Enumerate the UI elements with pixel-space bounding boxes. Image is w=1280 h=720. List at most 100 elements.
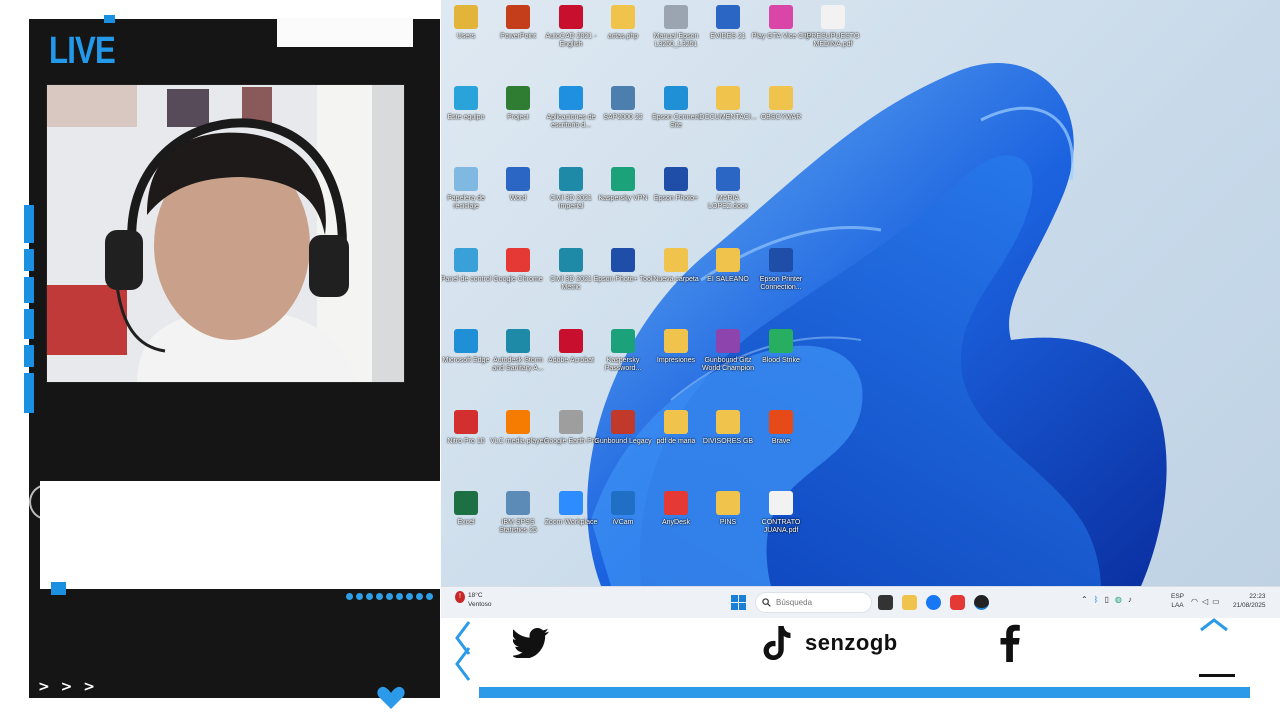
- taskbar-clock[interactable]: 22:23 21/08/2025: [1233, 592, 1266, 610]
- desktop-icon-epson-printer[interactable]: Epson Printer Connection...: [754, 248, 808, 292]
- desktop-icon-label: Epson Printer Connection...: [759, 276, 803, 291]
- desktop-icon-kaspersky[interactable]: Kaspersky Password...: [596, 329, 650, 373]
- desktop-icon-monitor[interactable]: Este equipo: [441, 86, 493, 122]
- desktop-icon-kaspersky-vpn[interactable]: Kaspersky VPN: [596, 167, 650, 203]
- chevrons-icon: [455, 621, 471, 681]
- desktop-icon-chrome-pdf[interactable]: PRESUPUESTO MEDINA.pdf: [806, 5, 860, 49]
- start-button[interactable]: [731, 595, 746, 610]
- desktop-icon-folder[interactable]: Impresiones: [649, 329, 703, 365]
- tiktok-icon[interactable]: [759, 626, 795, 662]
- heart-icon: [377, 686, 405, 709]
- chevron-up-icon[interactable]: ⌃: [1081, 595, 1088, 604]
- desktop-icon-folder[interactable]: DOCUMENTACI...: [699, 86, 757, 122]
- tiktok-app-icon[interactable]: [974, 595, 989, 610]
- microphone-icon[interactable]: ♪: [1128, 595, 1132, 604]
- language-indicator[interactable]: ESP LAA: [1171, 592, 1184, 610]
- chat-area: [40, 481, 440, 589]
- desktop-icon-word[interactable]: Word: [491, 167, 545, 203]
- taskbar-search[interactable]: [755, 592, 872, 613]
- taskbar: ! 18°C Ventoso ⌃ ᛒ ▯ ◍ ♪: [441, 586, 1280, 618]
- desktop-icon-folder[interactable]: pdf de maria: [649, 410, 703, 446]
- desktop-icon-epson-photo[interactable]: Epson Photo+: [649, 167, 703, 203]
- security-icon[interactable]: ◍: [1115, 595, 1122, 604]
- desktop-icon-folder[interactable]: DIVISORES GB: [701, 410, 755, 446]
- desktop-icon-autocad[interactable]: AutoCAD 2021 - English: [544, 5, 598, 49]
- desktop-icon-vlc[interactable]: VLC media player: [490, 410, 546, 446]
- desktop-icon-label: PowerPoint: [500, 33, 536, 40]
- desktop-icon-label: SAP2000 22: [603, 114, 643, 121]
- social-handle: senzogb: [805, 630, 898, 655]
- anydesk-icon: [664, 491, 688, 515]
- desktop-icon-label: Google Earth Pro: [543, 438, 599, 445]
- desktop-icon-label: OBSCYWAR: [760, 114, 802, 121]
- desktop-icon-edge[interactable]: Epson Connect Site: [649, 86, 703, 130]
- usb-icon[interactable]: ▯: [1105, 595, 1109, 604]
- desktop-icon-epson-tool[interactable]: Epson Photo+ Tool: [594, 248, 652, 284]
- desktop-icon-gunbound[interactable]: Gunbound Gitz World Champion: [701, 329, 755, 373]
- desktop-icon-gunbound[interactable]: Gunbound Legacy: [594, 410, 652, 446]
- word-doc-icon: [716, 5, 740, 29]
- clock-time: 22:23: [1249, 593, 1266, 600]
- desktop-icon-chrome[interactable]: Google Chrome: [491, 248, 545, 284]
- desktop-icon-label: Civil 3D 2021 Metric: [550, 276, 592, 291]
- file-explorer-icon[interactable]: [902, 595, 917, 610]
- desktop-icon-folder[interactable]: OBSCYWAR: [754, 86, 808, 122]
- youtube-app-icon[interactable]: [950, 595, 965, 610]
- desktop-icon-label: iVCam: [612, 519, 634, 526]
- top-accent: [104, 15, 115, 23]
- desktop-icon-civil3d[interactable]: Civil 3D 2021 Metric: [544, 248, 598, 292]
- desktop-icon-folder[interactable]: EI SALEANO: [701, 248, 755, 284]
- desktop-icon-word-doc[interactable]: MARIA LOPEZ.docx: [701, 167, 755, 211]
- desktop-icon-brave[interactable]: Brave: [754, 410, 808, 446]
- desktop-icon-chrome-pdf[interactable]: CONTRATO JUANA.pdf: [754, 491, 808, 535]
- desktop-icon-blood-strike[interactable]: Blood Strike: [754, 329, 808, 365]
- desktop-icon-control-panel[interactable]: Panel de control: [441, 248, 493, 284]
- desktop-icon-user-folder[interactable]: Users: [441, 5, 493, 41]
- chrome-pdf-icon: [821, 5, 845, 29]
- desktop-icon-game[interactable]: Play GTA Vice City: [751, 5, 811, 41]
- facebook-app-icon[interactable]: [926, 595, 941, 610]
- google-earth-icon: [559, 410, 583, 434]
- clock-date: 21/08/2025: [1233, 602, 1266, 609]
- desktop-icon-azure[interactable]: Aplicaciones de escritorio d...: [544, 86, 598, 130]
- desktop-icon-label: Blood Strike: [762, 357, 800, 364]
- desktop-icon-project[interactable]: Project: [491, 86, 545, 122]
- desktop-icon-recycle-bin[interactable]: Papelera de reciclaje: [441, 167, 493, 211]
- desktop-icon-anydesk[interactable]: AnyDesk: [649, 491, 703, 527]
- twitter-icon[interactable]: [513, 628, 549, 658]
- desktop-icon-word-doc[interactable]: EVIDES 21: [701, 5, 755, 41]
- live-label: LIVE: [49, 30, 116, 72]
- zoom-icon: [559, 491, 583, 515]
- search-input[interactable]: [776, 598, 866, 607]
- desktop-icon-zoom[interactable]: Zoom Workplace: [544, 491, 598, 527]
- bluetooth-icon[interactable]: ᛒ: [1094, 595, 1099, 604]
- weather-widget[interactable]: ! 18°C Ventoso: [455, 591, 492, 609]
- desktop-icon-excel[interactable]: Excel: [441, 491, 493, 527]
- desktop-icon-label: Gunbound Gitz World Champion: [701, 357, 754, 372]
- folder-icon: [611, 5, 635, 29]
- desktop-icon-autodesk[interactable]: Autodesk Storm and Sanitary A...: [491, 329, 545, 373]
- desktop-icon-label: Play GTA Vice City: [751, 33, 811, 40]
- desktop-icon-acrobat[interactable]: Adobe Acrobat: [544, 329, 598, 365]
- desktop-icon-powerpoint[interactable]: PowerPoint: [491, 5, 545, 41]
- desktop-icon-sap[interactable]: SAP2000 22: [596, 86, 650, 122]
- desktop-icon-folder[interactable]: actas.php: [596, 5, 650, 41]
- social-strip: senzogb: [441, 618, 1280, 688]
- desktop-icon-folder[interactable]: Nueva carpeta: [649, 248, 703, 284]
- desktop-icon-nitro[interactable]: Nitro Pro 10: [441, 410, 493, 446]
- system-status-icons[interactable]: ◠ ◁ ▭: [1191, 597, 1220, 606]
- desktop-icon-edge[interactable]: Microsoft Edge: [441, 329, 493, 365]
- facebook-icon[interactable]: [998, 624, 1022, 662]
- desktop-icon-ivcam[interactable]: iVCam: [596, 491, 650, 527]
- task-view-icon[interactable]: [878, 595, 893, 610]
- word-icon: [506, 167, 530, 191]
- desktop-icon-label: AnyDesk: [661, 519, 690, 526]
- desktop-icon-google-earth[interactable]: Google Earth Pro: [544, 410, 598, 446]
- desktop-icon-civil3d[interactable]: Civil 3D 2021 Imperial: [544, 167, 598, 211]
- side-accent-bars: [24, 205, 36, 415]
- system-tray: ⌃ ᛒ ▯ ◍ ♪: [1081, 595, 1132, 604]
- desktop-icon-spss[interactable]: IBM SPSS Statistics 25: [491, 491, 545, 535]
- desktop-icon-folder[interactable]: PINS: [701, 491, 755, 527]
- acrobat-icon: [559, 329, 583, 353]
- desktop-icon-pdf[interactable]: Manual Epson L3250_L3251: [649, 5, 703, 49]
